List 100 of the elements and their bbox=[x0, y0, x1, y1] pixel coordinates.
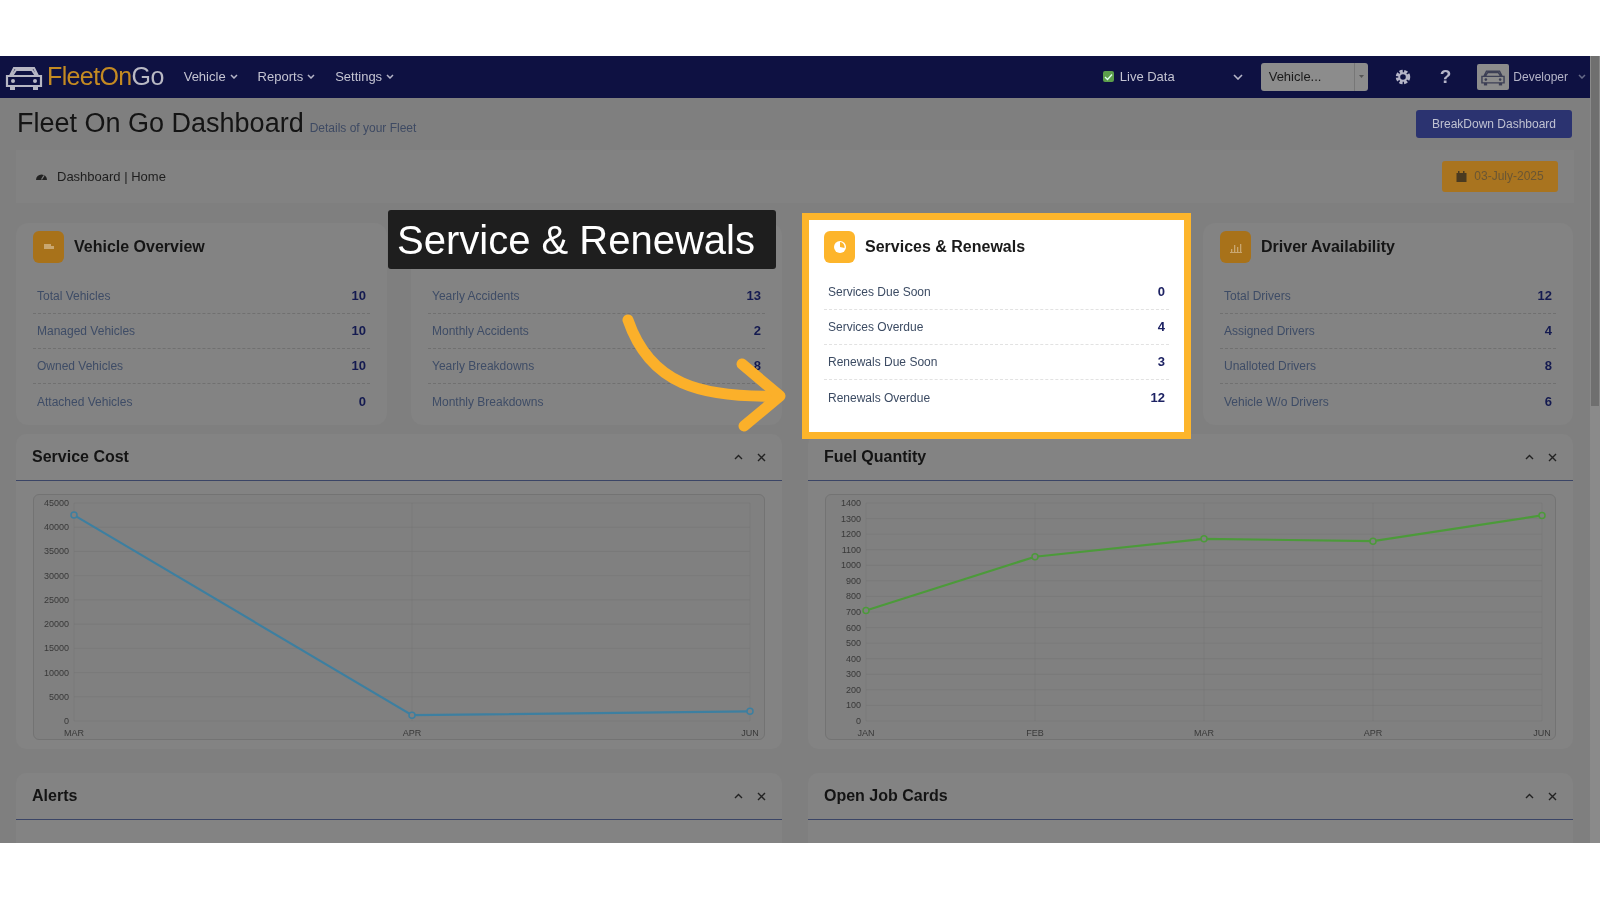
stat-value: 8 bbox=[1544, 357, 1552, 376]
collapse-icon[interactable] bbox=[734, 793, 743, 799]
stat-label: Total Vehicles bbox=[37, 288, 111, 305]
stat-label: Vehicle W/o Drivers bbox=[1224, 393, 1329, 411]
y-tick-label: 100 bbox=[845, 700, 861, 711]
scrollbar[interactable] bbox=[1590, 56, 1600, 843]
breadcrumb-link[interactable]: Dashboard | Home bbox=[57, 166, 166, 187]
y-tick-label: 800 bbox=[845, 591, 861, 602]
stat-label: Monthly Breakdowns bbox=[432, 393, 544, 411]
stat-value: 0 bbox=[1157, 283, 1165, 302]
chevron-down-icon bbox=[229, 74, 238, 80]
y-tick-label: 10000 bbox=[43, 667, 69, 678]
vehicle-select[interactable]: Vehicle... bbox=[1260, 62, 1368, 91]
y-tick-label: 35000 bbox=[43, 546, 69, 557]
collapse-icon[interactable] bbox=[1525, 793, 1534, 799]
close-icon[interactable] bbox=[757, 452, 766, 462]
help-button[interactable]: ? bbox=[1439, 67, 1452, 87]
y-tick-label: 45000 bbox=[43, 498, 69, 508]
close-icon[interactable] bbox=[757, 791, 766, 801]
y-tick-label: 5000 bbox=[48, 691, 69, 702]
breakdown-dashboard-button[interactable]: BreakDown Dashboard bbox=[1416, 109, 1572, 138]
stat-value: 13 bbox=[746, 287, 761, 306]
panel-title: Fuel Quantity bbox=[824, 447, 927, 467]
data-point bbox=[1200, 535, 1208, 543]
stat-value: 10 bbox=[351, 357, 366, 376]
stat-value: 2 bbox=[753, 322, 761, 341]
y-tick-label: 30000 bbox=[43, 570, 69, 581]
stat-label: Yearly Breakdowns bbox=[432, 358, 535, 375]
avatar[interactable] bbox=[1477, 63, 1510, 90]
chevron-down-icon bbox=[386, 74, 395, 80]
x-tick-label: JAN bbox=[857, 728, 875, 738]
stat-label: Yearly Accidents bbox=[432, 288, 520, 305]
panel-title: Alerts bbox=[32, 786, 78, 806]
x-tick-label: MAR bbox=[1194, 728, 1214, 738]
stat-value: 12 bbox=[1150, 388, 1165, 407]
y-tick-label: 40000 bbox=[43, 522, 69, 533]
panel-title: Open Job Cards bbox=[824, 786, 948, 806]
settings-icon[interactable] bbox=[1393, 67, 1412, 86]
stat-label: Renewals Overdue bbox=[828, 389, 931, 407]
panel-title: Service Cost bbox=[32, 447, 129, 467]
data-point bbox=[862, 606, 870, 615]
stat-value: 6 bbox=[1544, 392, 1552, 411]
stat-label: Services Overdue bbox=[828, 319, 924, 336]
close-icon[interactable] bbox=[1548, 452, 1557, 462]
pie-chart-icon bbox=[831, 239, 848, 255]
stat-label: Renewals Due Soon bbox=[828, 354, 938, 371]
user-menu[interactable]: Developer bbox=[1513, 67, 1586, 86]
y-tick-label: 200 bbox=[845, 684, 861, 695]
caret-icon bbox=[1358, 75, 1364, 79]
data-point bbox=[408, 711, 416, 719]
y-tick-label: 400 bbox=[845, 653, 861, 664]
y-tick-label: 500 bbox=[845, 638, 861, 649]
nav-menu[interactable]: Vehicle bbox=[183, 67, 238, 87]
collapse-icon[interactable] bbox=[1525, 454, 1534, 460]
stat-label: Owned Vehicles bbox=[37, 358, 124, 375]
y-tick-label: 1300 bbox=[840, 513, 861, 524]
stat-label: Attached Vehicles bbox=[37, 393, 133, 411]
chevron-down-icon bbox=[307, 74, 316, 80]
collapse-icon[interactable] bbox=[734, 454, 743, 460]
y-tick-label: 700 bbox=[845, 607, 861, 617]
stat-value: 4 bbox=[1157, 318, 1165, 337]
data-point bbox=[70, 511, 78, 519]
nav-menu[interactable]: Settings bbox=[335, 67, 395, 87]
stat-value: 3 bbox=[1157, 353, 1165, 372]
stat-label: Services Due Soon bbox=[828, 284, 931, 301]
y-tick-label: 600 bbox=[845, 622, 861, 633]
x-tick-label: MAR bbox=[64, 728, 84, 738]
live-data-checkbox[interactable]: Live Data bbox=[1102, 67, 1175, 87]
page-title: Fleet On Go Dashboard bbox=[17, 110, 304, 138]
x-tick-label: JUN bbox=[1533, 728, 1551, 738]
y-tick-label: 20000 bbox=[43, 619, 69, 630]
stat-value: 4 bbox=[1544, 322, 1552, 341]
y-tick-label: 1100 bbox=[841, 544, 861, 555]
stat-label: Monthly Accidents bbox=[432, 323, 529, 340]
y-tick-label: 900 bbox=[845, 575, 861, 586]
card-title: Vehicle Overview bbox=[74, 237, 205, 257]
y-tick-label: 1000 bbox=[840, 560, 861, 571]
stat-value: 0 bbox=[358, 392, 366, 411]
card-title: Driver Availability bbox=[1261, 237, 1395, 257]
x-tick-label: APR bbox=[402, 728, 422, 738]
callout-label: Service & Renewals bbox=[388, 210, 776, 269]
y-tick-label: 15000 bbox=[43, 643, 69, 654]
stat-label: Unalloted Drivers bbox=[1224, 358, 1317, 375]
close-icon[interactable] bbox=[1548, 791, 1557, 801]
page-subtitle: Details of your Fleet bbox=[309, 120, 417, 138]
y-tick-label: 1200 bbox=[840, 529, 861, 540]
chevron-down-icon bbox=[1232, 73, 1243, 80]
x-tick-label: JUN bbox=[741, 728, 759, 738]
y-tick-label: 300 bbox=[845, 669, 861, 680]
x-tick-label: FEB bbox=[1026, 728, 1044, 738]
data-point bbox=[746, 707, 754, 716]
nav-menu[interactable]: Reports bbox=[257, 67, 316, 87]
data-point bbox=[1369, 537, 1377, 545]
stat-value: 10 bbox=[351, 287, 366, 306]
card-title: Services & Renewals bbox=[865, 237, 1026, 257]
chevron-down-icon bbox=[1578, 74, 1586, 80]
calendar-icon bbox=[1456, 170, 1468, 182]
stat-value: 12 bbox=[1537, 287, 1552, 306]
y-tick-label: 0 bbox=[64, 716, 69, 726]
logo-text: FleetOnGo bbox=[47, 64, 164, 90]
